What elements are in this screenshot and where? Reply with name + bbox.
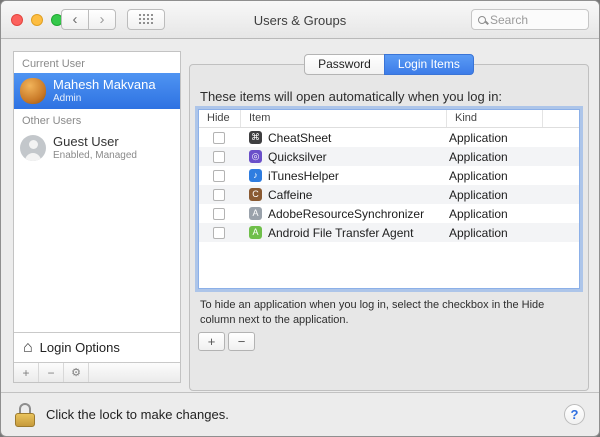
table-header: Hide Item Kind	[199, 110, 579, 128]
column-header-filler	[543, 110, 579, 127]
add-login-item-button[interactable]: +	[198, 332, 225, 351]
android-transfer-app-icon: A	[249, 226, 262, 239]
user-list-panel: Current User Mahesh Makvana Admin Other …	[13, 51, 181, 383]
intro-text: These items will open automatically when…	[200, 89, 502, 104]
current-user-label: Current User	[14, 52, 180, 73]
lock-text: Click the lock to make changes.	[46, 407, 229, 422]
column-header-item[interactable]: Item	[241, 110, 447, 127]
login-options-button[interactable]: ⌂ Login Options	[14, 332, 180, 362]
hide-checkbox[interactable]	[213, 227, 225, 239]
search-field[interactable]	[471, 9, 589, 30]
titlebar: ‹ › Users & Groups	[1, 1, 599, 39]
user-role: Admin	[53, 93, 156, 105]
lock-body	[15, 413, 35, 427]
login-options-label: Login Options	[40, 340, 120, 355]
item-kind: Application	[449, 188, 579, 202]
column-header-hide[interactable]: Hide	[199, 110, 241, 127]
hide-checkbox[interactable]	[213, 170, 225, 182]
search-icon	[478, 16, 486, 24]
item-name: Quicksilver	[268, 150, 449, 164]
table-row[interactable]: A AdobeResourceSynchronizer Application	[199, 204, 579, 223]
adobe-sync-app-icon: A	[249, 207, 262, 220]
user-row-current[interactable]: Mahesh Makvana Admin	[14, 73, 180, 109]
table-body: ⌘ CheatSheet Application ◎ Quicksilver A…	[199, 128, 579, 242]
help-button[interactable]: ?	[564, 404, 585, 425]
item-kind: Application	[449, 169, 579, 183]
table-row[interactable]: ⌘ CheatSheet Application	[199, 128, 579, 147]
user-avatar	[20, 78, 46, 104]
hide-checkbox[interactable]	[213, 151, 225, 163]
table-row[interactable]: C Caffeine Application	[199, 185, 579, 204]
item-kind: Application	[449, 150, 579, 164]
hint-text: To hide an application when you log in, …	[200, 298, 572, 328]
guest-avatar-icon	[20, 135, 46, 161]
table-row[interactable]: ◎ Quicksilver Application	[199, 147, 579, 166]
item-name: CheatSheet	[268, 131, 449, 145]
guest-name: Guest User	[53, 134, 137, 150]
column-header-kind[interactable]: Kind	[447, 110, 543, 127]
item-name: AdobeResourceSynchronizer	[268, 207, 449, 221]
user-actions-gear-button[interactable]: ⚙	[64, 363, 89, 382]
item-kind: Application	[449, 131, 579, 145]
table-row[interactable]: ♪ iTunesHelper Application	[199, 166, 579, 185]
guest-status: Enabled, Managed	[53, 150, 137, 162]
item-name: iTunesHelper	[268, 169, 449, 183]
home-icon: ⌂	[23, 340, 33, 356]
users-groups-window: ‹ › Users & Groups Current User Mahesh M…	[0, 0, 600, 437]
add-user-button[interactable]: +	[14, 363, 39, 382]
item-kind: Application	[449, 226, 579, 240]
hide-checkbox[interactable]	[213, 208, 225, 220]
user-name: Mahesh Makvana	[53, 77, 156, 93]
itunes-helper-app-icon: ♪	[249, 169, 262, 182]
user-row-guest[interactable]: Guest User Enabled, Managed	[14, 130, 180, 166]
tab-bar: Password Login Items	[189, 54, 589, 75]
tab-login-items[interactable]: Login Items	[384, 54, 474, 75]
table-row[interactable]: A Android File Transfer Agent Applicatio…	[199, 223, 579, 242]
login-items-panel: These items will open automatically when…	[189, 64, 589, 391]
search-input[interactable]	[490, 13, 574, 27]
item-name: Caffeine	[268, 188, 449, 202]
login-items-table: Hide Item Kind ⌘ CheatSheet Application …	[198, 109, 580, 289]
hide-checkbox[interactable]	[213, 132, 225, 144]
tab-password[interactable]: Password	[304, 54, 385, 75]
caffeine-app-icon: C	[249, 188, 262, 201]
quicksilver-app-icon: ◎	[249, 150, 262, 163]
other-users-label: Other Users	[14, 109, 180, 130]
item-kind: Application	[449, 207, 579, 221]
hide-checkbox[interactable]	[213, 189, 225, 201]
item-name: Android File Transfer Agent	[268, 226, 449, 240]
cheatsheet-app-icon: ⌘	[249, 131, 262, 144]
sidebar-toolbar: + − ⚙	[14, 362, 180, 382]
footer-bar: Click the lock to make changes. ?	[1, 392, 599, 436]
remove-user-button[interactable]: −	[39, 363, 64, 382]
lock-icon[interactable]	[15, 403, 36, 427]
login-item-buttons: + −	[198, 332, 255, 351]
remove-login-item-button[interactable]: −	[228, 332, 255, 351]
